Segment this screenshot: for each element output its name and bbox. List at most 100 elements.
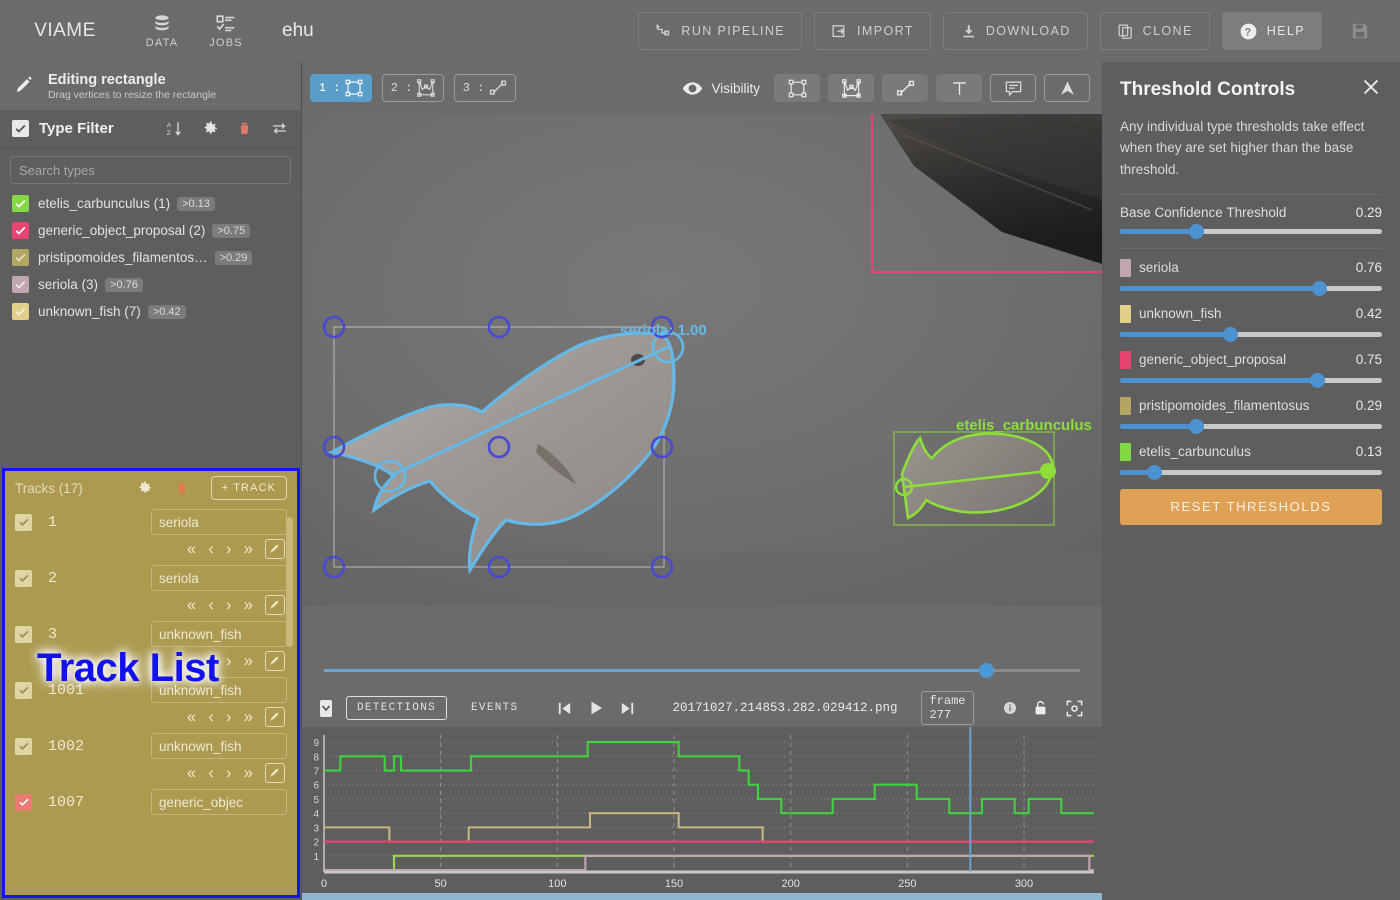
sort-alpha-icon[interactable]: A Z <box>166 120 184 138</box>
threshold-slider-pristipomoides[interactable] <box>1120 418 1382 434</box>
type-filter-row[interactable]: unknown_fish (7) >0.42 <box>0 298 301 325</box>
edit-mode-polygon[interactable]: 2 : <box>382 74 444 102</box>
type-filter-master-checkbox[interactable] <box>12 120 29 137</box>
close-icon[interactable] <box>1360 76 1382 103</box>
slider-handle[interactable] <box>1188 418 1204 434</box>
slider-handle[interactable] <box>1309 372 1325 388</box>
prev-icon[interactable]: ‹ <box>208 707 214 727</box>
nav-item-jobs[interactable]: JOBS <box>194 13 258 49</box>
first-icon[interactable]: « <box>187 539 196 559</box>
track-row[interactable]: 1007 generic_objec <box>5 785 297 815</box>
run-pipeline-button[interactable]: RUN PIPELINE <box>638 12 803 50</box>
track-row[interactable]: 3 unknown_fish « ‹ › » <box>5 617 297 673</box>
track-list-scrollbar[interactable] <box>286 517 293 647</box>
type-checkbox[interactable] <box>12 222 29 239</box>
track-type-field[interactable]: unknown_fish <box>151 621 287 647</box>
visibility-marker-button[interactable] <box>1044 74 1090 102</box>
skip-next-icon[interactable] <box>619 700 636 717</box>
edit-icon[interactable] <box>265 651 285 671</box>
track-type-field[interactable]: unknown_fish <box>151 677 287 703</box>
help-button[interactable]: ? HELP <box>1221 12 1322 50</box>
track-checkbox[interactable] <box>15 681 32 699</box>
base-threshold-slider[interactable] <box>1120 223 1382 239</box>
last-icon[interactable]: » <box>244 763 253 783</box>
next-icon[interactable]: › <box>226 763 232 783</box>
visibility-tooltip-button[interactable] <box>990 74 1036 102</box>
track-row[interactable]: 2 seriola « ‹ › » <box>5 561 297 617</box>
slider-handle[interactable] <box>1188 223 1204 239</box>
threshold-slider-generic-object-proposal[interactable] <box>1120 372 1382 388</box>
reset-thresholds-button[interactable]: RESET THRESHOLDS <box>1120 488 1382 525</box>
first-icon[interactable]: « <box>187 595 196 615</box>
edit-icon[interactable] <box>265 763 285 783</box>
play-icon[interactable] <box>587 699 605 717</box>
eye-icon[interactable] <box>682 78 703 99</box>
track-type-field[interactable]: seriola <box>151 565 287 591</box>
search-input[interactable] <box>10 156 291 184</box>
type-filter-row[interactable]: etelis_carbunculus (1) >0.13 <box>0 190 301 217</box>
type-filter-row[interactable]: pristipomoides_filamentos… >0.29 <box>0 244 301 271</box>
prev-icon[interactable]: ‹ <box>208 651 214 671</box>
tab-events[interactable]: EVENTS <box>461 696 528 720</box>
clone-button[interactable]: CLONE <box>1099 12 1210 50</box>
track-type-field[interactable]: unknown_fish <box>151 733 287 759</box>
import-button[interactable]: IMPORT <box>814 12 931 50</box>
next-icon[interactable]: › <box>226 707 232 727</box>
edit-mode-rectangle[interactable]: 1 : <box>310 74 372 102</box>
prev-icon[interactable]: ‹ <box>208 539 214 559</box>
visibility-line-button[interactable] <box>882 74 928 102</box>
trash-icon[interactable] <box>175 480 189 496</box>
edit-mode-line[interactable]: 3 : <box>454 74 516 102</box>
swap-icon[interactable] <box>270 120 289 137</box>
threshold-slider-unknown-fish[interactable] <box>1120 326 1382 342</box>
threshold-slider-etelis[interactable] <box>1120 464 1382 480</box>
gear-icon[interactable] <box>202 120 219 137</box>
type-checkbox[interactable] <box>12 276 29 293</box>
type-filter-row[interactable]: seriola (3) >0.76 <box>0 271 301 298</box>
save-button[interactable] <box>1334 12 1386 50</box>
gear-icon[interactable] <box>137 480 153 496</box>
next-icon[interactable]: › <box>226 651 232 671</box>
add-track-button[interactable]: + TRACK <box>210 476 287 500</box>
track-row[interactable]: 1002 unknown_fish « ‹ › » <box>5 729 297 785</box>
edit-icon[interactable] <box>265 595 285 615</box>
prev-icon[interactable]: ‹ <box>208 595 214 615</box>
slider-handle[interactable] <box>1223 326 1239 342</box>
seek-handle[interactable] <box>979 663 994 678</box>
track-checkbox[interactable] <box>15 737 32 755</box>
fit-icon[interactable] <box>1065 699 1084 718</box>
app-brand[interactable]: VIAME <box>0 20 130 42</box>
trash-icon[interactable] <box>237 120 252 137</box>
seek-slider[interactable] <box>324 663 1080 678</box>
next-icon[interactable]: › <box>226 539 232 559</box>
last-icon[interactable]: » <box>244 707 253 727</box>
visibility-text-button[interactable] <box>936 74 982 102</box>
first-icon[interactable]: « <box>187 763 196 783</box>
last-icon[interactable]: » <box>244 595 253 615</box>
last-icon[interactable]: » <box>244 539 253 559</box>
track-type-field[interactable]: generic_objec <box>151 789 287 815</box>
edit-icon[interactable] <box>265 707 285 727</box>
track-row[interactable]: 1 seriola « ‹ › » <box>5 505 297 561</box>
timeline-bottom-scrollbar[interactable] <box>302 893 1102 900</box>
tab-detections[interactable]: DETECTIONS <box>346 696 448 720</box>
type-checkbox[interactable] <box>12 249 29 266</box>
slider-handle[interactable] <box>1312 280 1328 296</box>
info-icon[interactable] <box>1002 700 1018 716</box>
nav-item-data[interactable]: DATA <box>130 13 194 49</box>
video-frame-canvas[interactable]: seriola: 1.00 etelis_carbunculus <box>302 114 1102 606</box>
first-icon[interactable]: « <box>187 651 196 671</box>
track-row[interactable]: 1001 unknown_fish « ‹ › » <box>5 673 297 729</box>
prev-icon[interactable]: ‹ <box>208 763 214 783</box>
first-icon[interactable]: « <box>187 707 196 727</box>
timeline-chart[interactable]: 1 2 3 4 5 6 7 8 9 0 50 100 150 200 250 300 <box>302 727 1102 900</box>
track-checkbox[interactable] <box>15 569 32 587</box>
track-type-field[interactable]: seriola <box>151 509 287 535</box>
edit-icon[interactable] <box>265 539 285 559</box>
next-icon[interactable]: › <box>226 595 232 615</box>
visibility-polygon-button[interactable] <box>828 74 874 102</box>
track-checkbox[interactable] <box>15 625 32 643</box>
last-icon[interactable]: » <box>244 651 253 671</box>
type-checkbox[interactable] <box>12 303 29 320</box>
lock-icon[interactable] <box>1032 699 1049 717</box>
